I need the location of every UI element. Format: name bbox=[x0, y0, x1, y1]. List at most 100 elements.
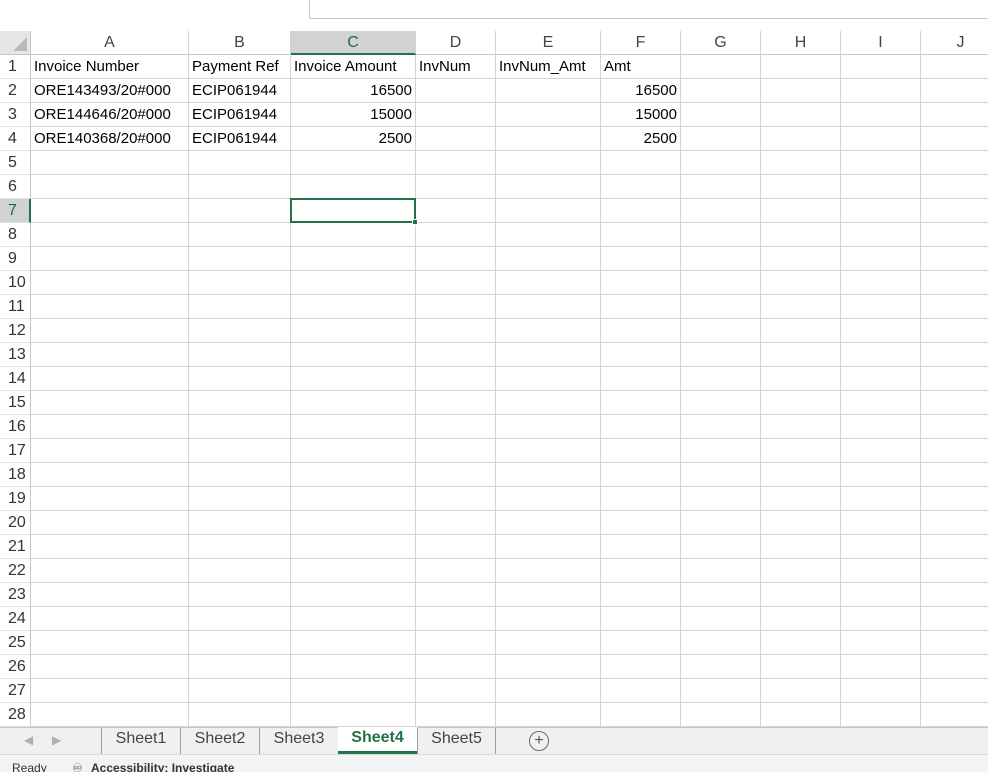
cell-a5[interactable] bbox=[31, 151, 189, 175]
cell-h23[interactable] bbox=[761, 583, 841, 607]
cell-g8[interactable] bbox=[681, 223, 761, 247]
cell-c15[interactable] bbox=[291, 391, 416, 415]
cell-h17[interactable] bbox=[761, 439, 841, 463]
cell-h8[interactable] bbox=[761, 223, 841, 247]
cell-h28[interactable] bbox=[761, 703, 841, 727]
cell-b20[interactable] bbox=[189, 511, 291, 535]
cell-j11[interactable] bbox=[921, 295, 988, 319]
cell-i12[interactable] bbox=[841, 319, 921, 343]
cell-c1[interactable]: Invoice Amount bbox=[291, 55, 416, 79]
cell-e24[interactable] bbox=[496, 607, 601, 631]
cell-i25[interactable] bbox=[841, 631, 921, 655]
cell-e18[interactable] bbox=[496, 463, 601, 487]
cell-b8[interactable] bbox=[189, 223, 291, 247]
row-header-12[interactable]: 12 bbox=[0, 319, 31, 343]
cell-g16[interactable] bbox=[681, 415, 761, 439]
cell-f10[interactable] bbox=[601, 271, 681, 295]
cell-a11[interactable] bbox=[31, 295, 189, 319]
cell-a23[interactable] bbox=[31, 583, 189, 607]
cell-h15[interactable] bbox=[761, 391, 841, 415]
cell-i23[interactable] bbox=[841, 583, 921, 607]
cell-g3[interactable] bbox=[681, 103, 761, 127]
cell-j10[interactable] bbox=[921, 271, 988, 295]
cell-c2[interactable]: 16500 bbox=[291, 79, 416, 103]
cell-f28[interactable] bbox=[601, 703, 681, 727]
select-all-corner[interactable] bbox=[0, 31, 31, 55]
cell-f19[interactable] bbox=[601, 487, 681, 511]
cell-j6[interactable] bbox=[921, 175, 988, 199]
row-header-23[interactable]: 23 bbox=[0, 583, 31, 607]
cell-b11[interactable] bbox=[189, 295, 291, 319]
cell-a26[interactable] bbox=[31, 655, 189, 679]
cell-j15[interactable] bbox=[921, 391, 988, 415]
cell-e10[interactable] bbox=[496, 271, 601, 295]
cell-a22[interactable] bbox=[31, 559, 189, 583]
row-header-19[interactable]: 19 bbox=[0, 487, 31, 511]
cell-d13[interactable] bbox=[416, 343, 496, 367]
cell-e4[interactable] bbox=[496, 127, 601, 151]
cell-b4[interactable]: ECIP061944 bbox=[189, 127, 291, 151]
cell-j20[interactable] bbox=[921, 511, 988, 535]
row-header-5[interactable]: 5 bbox=[0, 151, 31, 175]
cell-d11[interactable] bbox=[416, 295, 496, 319]
sheet-tab-sheet1[interactable]: Sheet1 bbox=[101, 728, 180, 754]
row-header-22[interactable]: 22 bbox=[0, 559, 31, 583]
cell-j23[interactable] bbox=[921, 583, 988, 607]
cell-g12[interactable] bbox=[681, 319, 761, 343]
cell-b27[interactable] bbox=[189, 679, 291, 703]
column-header-d[interactable]: D bbox=[416, 31, 496, 55]
cell-h1[interactable] bbox=[761, 55, 841, 79]
cell-c18[interactable] bbox=[291, 463, 416, 487]
cell-c5[interactable] bbox=[291, 151, 416, 175]
row-header-10[interactable]: 10 bbox=[0, 271, 31, 295]
cell-a20[interactable] bbox=[31, 511, 189, 535]
cell-i11[interactable] bbox=[841, 295, 921, 319]
cell-g6[interactable] bbox=[681, 175, 761, 199]
cell-i16[interactable] bbox=[841, 415, 921, 439]
cell-j8[interactable] bbox=[921, 223, 988, 247]
cell-d26[interactable] bbox=[416, 655, 496, 679]
cell-f4[interactable]: 2500 bbox=[601, 127, 681, 151]
cell-g22[interactable] bbox=[681, 559, 761, 583]
cell-i7[interactable] bbox=[841, 199, 921, 223]
cell-f15[interactable] bbox=[601, 391, 681, 415]
cell-c17[interactable] bbox=[291, 439, 416, 463]
cell-g23[interactable] bbox=[681, 583, 761, 607]
cell-e5[interactable] bbox=[496, 151, 601, 175]
cell-c8[interactable] bbox=[291, 223, 416, 247]
cell-i13[interactable] bbox=[841, 343, 921, 367]
plus-circle-icon[interactable]: + bbox=[529, 731, 549, 751]
row-header-7[interactable]: 7 bbox=[0, 199, 31, 223]
cell-g13[interactable] bbox=[681, 343, 761, 367]
cell-e7[interactable] bbox=[496, 199, 601, 223]
cell-c6[interactable] bbox=[291, 175, 416, 199]
cell-g26[interactable] bbox=[681, 655, 761, 679]
cell-i10[interactable] bbox=[841, 271, 921, 295]
row-header-21[interactable]: 21 bbox=[0, 535, 31, 559]
cell-c12[interactable] bbox=[291, 319, 416, 343]
cell-h13[interactable] bbox=[761, 343, 841, 367]
column-header-b[interactable]: B bbox=[189, 31, 291, 55]
cell-h19[interactable] bbox=[761, 487, 841, 511]
cell-i15[interactable] bbox=[841, 391, 921, 415]
cell-d16[interactable] bbox=[416, 415, 496, 439]
cell-j27[interactable] bbox=[921, 679, 988, 703]
cell-g21[interactable] bbox=[681, 535, 761, 559]
cell-j25[interactable] bbox=[921, 631, 988, 655]
cell-j17[interactable] bbox=[921, 439, 988, 463]
cell-d6[interactable] bbox=[416, 175, 496, 199]
cell-f24[interactable] bbox=[601, 607, 681, 631]
cell-h10[interactable] bbox=[761, 271, 841, 295]
cell-g18[interactable] bbox=[681, 463, 761, 487]
cell-a8[interactable] bbox=[31, 223, 189, 247]
cell-j9[interactable] bbox=[921, 247, 988, 271]
cell-b5[interactable] bbox=[189, 151, 291, 175]
cell-c3[interactable]: 15000 bbox=[291, 103, 416, 127]
row-header-24[interactable]: 24 bbox=[0, 607, 31, 631]
cell-i5[interactable] bbox=[841, 151, 921, 175]
cell-h6[interactable] bbox=[761, 175, 841, 199]
cell-h11[interactable] bbox=[761, 295, 841, 319]
cell-d4[interactable] bbox=[416, 127, 496, 151]
cell-g2[interactable] bbox=[681, 79, 761, 103]
cell-d12[interactable] bbox=[416, 319, 496, 343]
